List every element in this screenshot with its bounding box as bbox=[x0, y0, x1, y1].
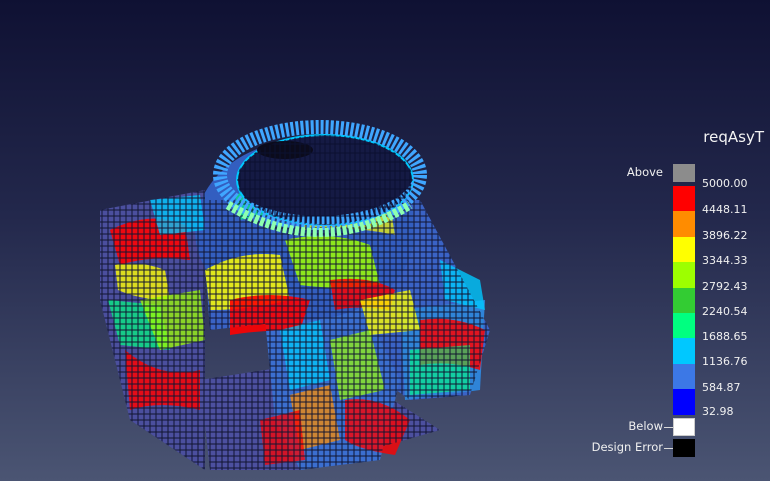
design-error-leader bbox=[664, 448, 673, 449]
tick-label: 3896.22 bbox=[702, 229, 748, 242]
tick-label: 32.98 bbox=[702, 405, 734, 418]
legend-title: reqAsyT bbox=[703, 128, 764, 146]
legend-band bbox=[673, 211, 695, 238]
legend-band bbox=[673, 363, 695, 390]
tick-label: 4448.11 bbox=[702, 203, 748, 216]
tick-label: 5000.00 bbox=[702, 177, 748, 190]
legend-band bbox=[673, 338, 695, 365]
legend-band bbox=[673, 236, 695, 263]
tick-label: 1688.65 bbox=[702, 330, 748, 343]
legend-band bbox=[673, 313, 695, 339]
below-swatch bbox=[673, 418, 695, 436]
tick-label: 2240.54 bbox=[702, 305, 748, 318]
tick-label: 1136.76 bbox=[702, 355, 748, 368]
tick-label: 584.87 bbox=[702, 381, 741, 394]
legend-band bbox=[673, 262, 695, 289]
above-swatch bbox=[673, 164, 695, 182]
legend-band bbox=[673, 186, 695, 212]
above-label: Above bbox=[626, 165, 663, 179]
tick-label: 3344.33 bbox=[702, 254, 748, 267]
tick-label: 2792.43 bbox=[702, 280, 748, 293]
design-error-label: Design Error bbox=[591, 440, 663, 454]
legend-band bbox=[673, 287, 695, 314]
color-legend: reqAsyT Above 5000.00 4448.11 3896.22 33… bbox=[0, 0, 770, 481]
below-leader bbox=[664, 427, 673, 428]
below-label: Below bbox=[628, 419, 663, 433]
design-error-swatch bbox=[673, 439, 695, 457]
legend-band bbox=[673, 389, 695, 416]
